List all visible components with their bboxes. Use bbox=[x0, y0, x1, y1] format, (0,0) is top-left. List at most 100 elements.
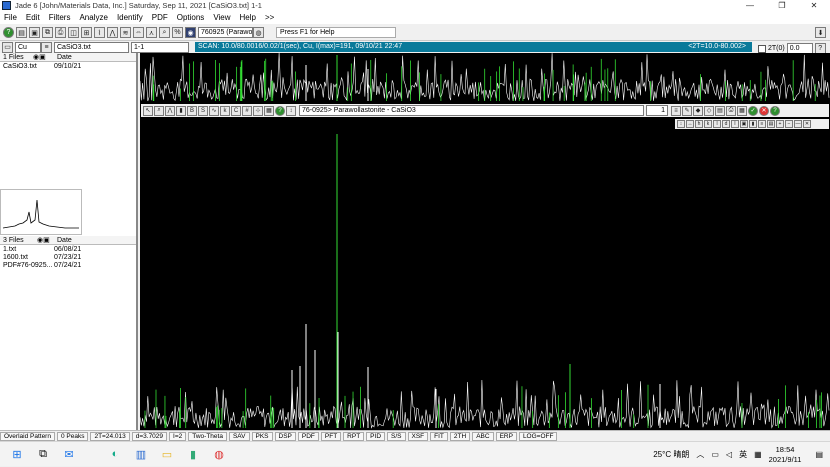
c-icon[interactable]: C bbox=[231, 105, 241, 116]
overview-plot[interactable] bbox=[139, 52, 830, 102]
jade-icon[interactable]: ▮ bbox=[184, 445, 202, 463]
leftright-icon[interactable]: ↔ bbox=[686, 120, 694, 128]
scale-icon[interactable]: ≡ bbox=[758, 120, 766, 128]
h-icon[interactable]: h bbox=[695, 120, 703, 128]
d-icon[interactable]: d bbox=[722, 120, 730, 128]
percent-icon[interactable]: % bbox=[172, 27, 183, 38]
i-icon[interactable]: I bbox=[731, 120, 739, 128]
ime-indicator[interactable]: 英 bbox=[739, 449, 747, 460]
bg2-icon[interactable]: ▤ bbox=[767, 120, 775, 128]
app-bars-icon[interactable]: ▥ bbox=[132, 445, 150, 463]
window-icon[interactable]: ◫ bbox=[68, 27, 79, 38]
status-pks[interactable]: PKS bbox=[251, 431, 273, 441]
ime-mode-icon[interactable]: ▦ bbox=[754, 450, 762, 459]
menu-pdf[interactable]: PDF bbox=[152, 13, 168, 22]
status-dsp[interactable]: DSP bbox=[274, 431, 296, 441]
mail-icon[interactable]: ✉ bbox=[60, 445, 78, 463]
zoom-icon[interactable]: ⊞ bbox=[81, 27, 92, 38]
status-pid[interactable]: PID bbox=[366, 431, 386, 441]
copy-icon[interactable]: ⧉ bbox=[42, 27, 53, 38]
print-icon[interactable]: ⎙ bbox=[55, 27, 66, 38]
status-axis[interactable]: Two-Theta bbox=[188, 431, 227, 441]
help-circle-icon[interactable]: ? bbox=[275, 105, 285, 116]
cursor-icon[interactable]: ↖ bbox=[143, 105, 153, 116]
main-plot[interactable] bbox=[139, 102, 830, 430]
pin-icon[interactable]: ⬇ bbox=[815, 27, 826, 38]
list-item[interactable]: 1.txt 06/08/21 bbox=[0, 245, 136, 253]
peak-icon[interactable]: ⋀ bbox=[165, 105, 175, 116]
l-icon[interactable]: l bbox=[713, 120, 721, 128]
status-pdf[interactable]: PDF bbox=[297, 431, 319, 441]
status-ss[interactable]: S/S bbox=[387, 431, 406, 441]
block-icon[interactable]: ▮ bbox=[749, 120, 757, 128]
start-icon[interactable]: ⊞ bbox=[8, 445, 26, 463]
file-select[interactable]: CaSiO3.txt bbox=[54, 41, 129, 53]
updown-icon[interactable]: ↕ bbox=[677, 120, 685, 128]
close2-icon[interactable]: ✕ bbox=[803, 120, 811, 128]
range-field[interactable]: 1-1 bbox=[131, 41, 189, 53]
pdf-select[interactable]: 760925 (Parawo bbox=[198, 27, 253, 38]
element-select[interactable]: Cu bbox=[15, 41, 41, 53]
status-erp[interactable]: ERP bbox=[495, 431, 517, 441]
peaks-icon[interactable]: ⋀ bbox=[107, 27, 118, 38]
edit-icon[interactable]: ✎ bbox=[682, 105, 692, 116]
pattern-thumbnail[interactable] bbox=[0, 189, 82, 235]
edge-icon[interactable]: ◐ bbox=[106, 445, 124, 463]
menu-help[interactable]: Help bbox=[240, 13, 256, 22]
status-rpt[interactable]: RPT bbox=[343, 431, 365, 441]
scan-icon[interactable]: ⌇ bbox=[94, 27, 105, 38]
list-icon[interactable]: ≡ bbox=[41, 41, 52, 53]
diamond-icon[interactable]: ◆ bbox=[693, 105, 703, 116]
maximize-button[interactable]: ❐ bbox=[766, 0, 798, 11]
menu-view[interactable]: View bbox=[213, 13, 230, 22]
k2-icon[interactable]: k bbox=[704, 120, 712, 128]
check-icon[interactable]: ✓ bbox=[748, 105, 758, 116]
spin-icon[interactable]: ↕ bbox=[286, 105, 296, 116]
stop-icon[interactable]: ✕ bbox=[759, 105, 769, 116]
status-2th[interactable]: 2TH bbox=[449, 431, 471, 441]
list-item[interactable]: PDF#76-0925... 07/24/21 bbox=[0, 261, 136, 269]
pdf-icon[interactable]: ◉ bbox=[185, 27, 196, 38]
weather-status[interactable]: 25°C 晴朗 bbox=[653, 449, 689, 460]
menu-options[interactable]: Options bbox=[177, 13, 205, 22]
open-icon[interactable]: ▤ bbox=[16, 27, 27, 38]
paint-icon[interactable]: ◍ bbox=[210, 445, 228, 463]
phase-number[interactable]: 1 bbox=[646, 105, 668, 116]
status-sav[interactable]: SAV bbox=[228, 431, 250, 441]
list-item[interactable]: CaSiO3.txt 09/10/21 bbox=[0, 62, 136, 70]
help2-icon[interactable]: ? bbox=[770, 105, 780, 116]
tray-chevron-icon[interactable]: ︿ bbox=[696, 449, 704, 460]
list-icon[interactable]: ≡ bbox=[671, 105, 681, 116]
fit-icon[interactable]: ⋏ bbox=[146, 27, 157, 38]
minus-icon[interactable]: − bbox=[785, 120, 793, 128]
smooth-icon[interactable]: S bbox=[198, 105, 208, 116]
status-mode[interactable]: Overlaid Pattern bbox=[0, 431, 55, 441]
panel-icons[interactable]: ◉▣ bbox=[30, 53, 54, 61]
menu-identify[interactable]: Identify bbox=[117, 13, 143, 22]
overlay-icon[interactable]: ≋ bbox=[120, 27, 131, 38]
folder-icon[interactable]: ▭ bbox=[158, 445, 176, 463]
help-icon[interactable]: ? bbox=[3, 27, 14, 38]
volume-icon[interactable]: ◁ bbox=[726, 450, 732, 459]
close-button[interactable]: ✕ bbox=[798, 0, 830, 11]
mode-icon[interactable]: ▣ bbox=[740, 120, 748, 128]
diamond2-icon[interactable]: ◇ bbox=[704, 105, 714, 116]
save-icon[interactable]: ▣ bbox=[29, 27, 40, 38]
magnify-icon[interactable]: ⌕ bbox=[154, 105, 164, 116]
clock[interactable]: 18:54 2021/9/11 bbox=[769, 445, 802, 465]
task-view-icon[interactable]: ⧉ bbox=[34, 445, 52, 463]
menu-file[interactable]: File bbox=[4, 13, 17, 22]
notification-icon[interactable]: ▤ bbox=[815, 450, 823, 459]
bg-icon[interactable]: B bbox=[187, 105, 197, 116]
phase-select[interactable]: 76-0925> Parawollastonite - CaSiO3 bbox=[299, 105, 644, 116]
k-icon[interactable]: k bbox=[220, 105, 230, 116]
split-icon[interactable]: ⇔ bbox=[133, 27, 144, 38]
list-item[interactable]: 1600.txt 07/23/21 bbox=[0, 253, 136, 261]
menu-edit[interactable]: Edit bbox=[26, 13, 40, 22]
network-icon[interactable]: ▭ bbox=[711, 450, 719, 459]
marker-icon[interactable]: ⊹ bbox=[253, 105, 263, 116]
status-pft[interactable]: PFT bbox=[320, 431, 342, 441]
status-xsf[interactable]: XSF bbox=[407, 431, 429, 441]
plus-icon[interactable]: + bbox=[776, 120, 784, 128]
table-icon[interactable]: ▦ bbox=[264, 105, 274, 116]
